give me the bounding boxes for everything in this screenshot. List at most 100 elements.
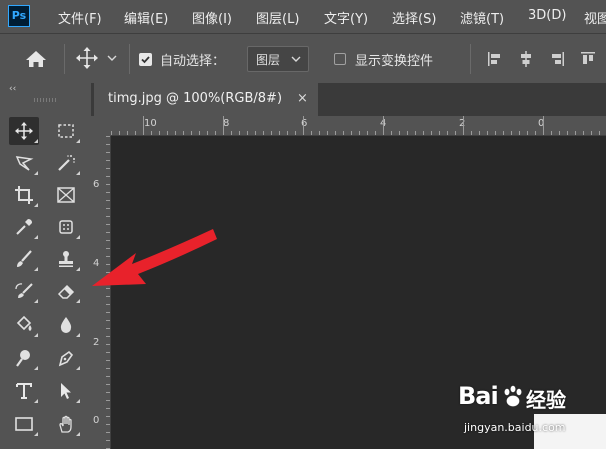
ruler-tick [106,184,110,185]
move-tool[interactable] [9,117,39,145]
lasso-tool[interactable] [9,149,39,177]
ruler-tick [191,131,192,135]
ruler-tick [159,131,160,135]
auto-select-target-dropdown[interactable]: 图层 [247,46,309,72]
ruler-tick [106,384,110,385]
clone-stamp-tool[interactable] [51,245,81,273]
tool-group-indicator [34,432,38,436]
ruler-label: 10 [144,118,157,129]
ruler-tick [455,131,456,135]
ruler-label: 4 [93,258,100,269]
paw-icon [504,385,522,407]
ruler-tick [359,131,360,135]
ruler-tick [106,232,110,233]
ruler-tick [567,131,568,135]
move-tool-preset-picker[interactable] [74,45,124,71]
blur-tool[interactable] [51,311,81,339]
ruler-tick [391,131,392,135]
ruler-tick [335,131,336,135]
hand-tool-icon [59,415,72,433]
align-top-edges-button[interactable] [577,48,599,70]
align-right-icon [552,52,564,66]
tool-group-indicator [76,399,80,403]
patch-tool[interactable] [51,213,81,241]
horizontal-ruler[interactable]: 10 8 6 4 2 0 [111,116,606,136]
ruler-tick [295,131,296,135]
document-tab[interactable]: timg.jpg @ 100%(RGB/8#) × [94,83,318,116]
ruler-tick [519,131,520,135]
ruler-tick [479,131,480,135]
home-button[interactable] [22,48,50,70]
menu-layer[interactable]: 图层(L) [256,8,299,27]
ruler-tick [106,280,110,281]
hand-tool[interactable] [51,410,81,438]
ruler-tick [311,131,312,135]
panel-grip[interactable] [34,98,56,102]
menu-edit[interactable]: 编辑(E) [124,8,168,27]
menu-view[interactable]: 视图 [584,8,606,27]
blur-tool-icon [60,317,72,333]
path-selection-tool[interactable] [51,377,81,405]
tool-group-indicator [76,171,80,175]
magic-wand-tool[interactable] [51,149,81,177]
menu-select[interactable]: 选择(S) [392,8,436,27]
dodge-tool[interactable] [9,344,39,372]
ruler-tick [106,400,110,401]
ruler-tick [591,131,592,135]
menu-file[interactable]: 文件(F) [58,8,102,27]
path-selection-tool-icon [61,383,71,399]
type-tool[interactable] [9,377,39,405]
align-horizontal-centers-button[interactable] [515,48,537,70]
tool-group-indicator [76,333,80,337]
ruler-tick [106,352,110,353]
ruler-tick [439,131,440,135]
rectangle-tool[interactable] [9,410,39,438]
options-separator [129,44,130,74]
ruler-origin[interactable] [91,116,111,136]
ruler-tick [106,152,110,153]
auto-select-checkbox[interactable] [139,53,152,66]
eraser-tool[interactable] [51,277,81,305]
brush-tool-icon [17,250,32,267]
ruler-tick [263,131,264,135]
ruler-tick [199,131,200,135]
brush-tool[interactable] [9,245,39,273]
align-left-edges-button[interactable] [484,48,506,70]
ruler-tick [106,328,110,329]
marquee-tool[interactable] [51,117,81,145]
pen-tool[interactable] [51,344,81,372]
eyedropper-tool[interactable] [9,213,39,241]
ruler-tick [151,131,152,135]
ruler-tick [535,131,536,135]
collapse-panel-button[interactable]: ‹‹ [9,84,16,94]
ruler-tick [106,312,110,313]
menu-type[interactable]: 文字(Y) [324,8,368,27]
menu-image[interactable]: 图像(I) [192,8,232,27]
align-right-edges-button[interactable] [546,48,568,70]
tool-group-indicator [34,139,38,143]
ruler-tick [106,432,110,433]
ruler-tick [367,131,368,135]
frame-tool[interactable] [51,181,81,209]
show-transform-controls-label: 显示变换控件 [355,54,434,69]
history-brush-tool[interactable] [9,277,39,305]
ruler-tick [599,131,600,135]
ruler-tick [106,424,110,425]
menu-3d[interactable]: 3D(D) [528,8,566,23]
crop-tool[interactable] [9,181,39,209]
ruler-tick [106,136,110,137]
menu-filter[interactable]: 滤镜(T) [460,8,504,27]
tool-group-indicator [34,366,38,370]
show-transform-controls-checkbox[interactable] [334,53,346,65]
ruler-tick [167,131,168,135]
patch-tool-icon [59,220,73,234]
ruler-tick [575,131,576,135]
ruler-label: 6 [301,118,308,129]
close-icon[interactable]: × [297,91,308,106]
ruler-tick [106,200,110,201]
ruler-tick [239,131,240,135]
vertical-ruler[interactable]: 6 4 2 0 [91,136,111,449]
ruler-tick [543,116,544,135]
paint-bucket-tool[interactable] [9,311,39,339]
pen-tool-icon [58,350,74,367]
